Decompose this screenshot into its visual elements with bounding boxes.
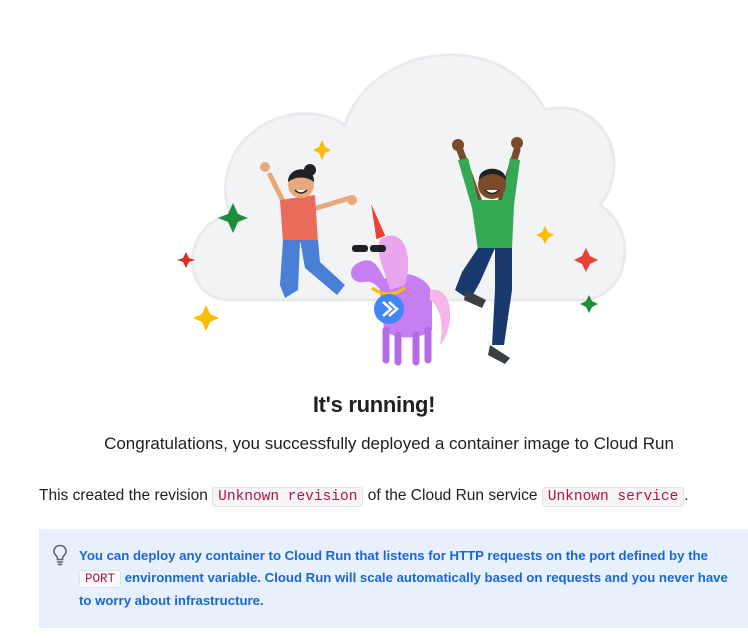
page-title: It's running! [312,392,436,417]
port-variable: PORT [79,570,122,588]
revision-name: Unknown revision [212,487,364,507]
revision-middle: of the Cloud Run service [367,487,538,504]
sparkle-icon [193,305,219,331]
tip-text-after: environment variable. Cloud Run will sca… [79,570,728,608]
revision-suffix: . [684,487,689,504]
revision-prefix: This created the revision [39,487,208,504]
revision-info: This created the revision Unknown revisi… [39,487,689,507]
tip-text: You can deploy any container to Cloud Ru… [79,545,729,612]
page-subtitle: Congratulations, you successfully deploy… [104,434,674,453]
lightbulb-icon [53,544,67,566]
service-name: Unknown service [541,487,685,507]
cloud-shape [191,53,627,302]
celebration-illustration [177,53,627,366]
tip-callout: You can deploy any container to Cloud Ru… [39,529,748,628]
tip-text-before: You can deploy any container to Cloud Ru… [79,548,708,563]
